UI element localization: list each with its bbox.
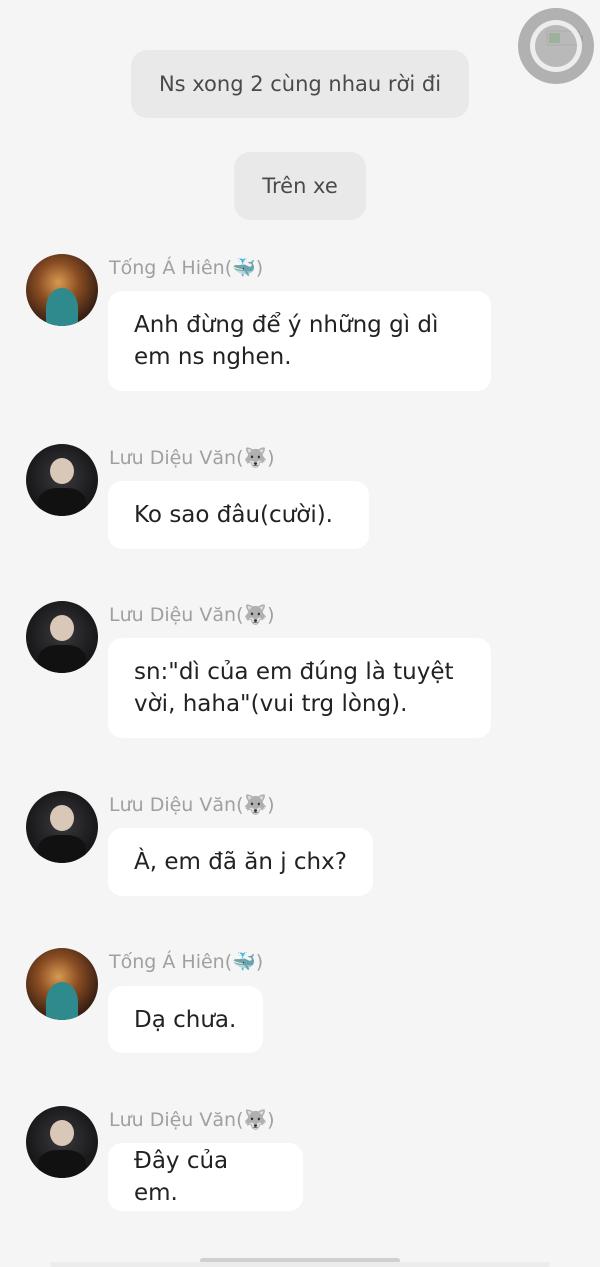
luu-dieu-van-avatar[interactable] — [26, 601, 98, 673]
narration-box: Trên xe — [234, 152, 366, 220]
message-bubble[interactable]: sn:"dì của em đúng là tuyệt vời, haha"(v… — [108, 638, 491, 738]
bottom-bar — [50, 1262, 550, 1267]
message-bubble[interactable]: Ko sao đâu(cười). — [108, 481, 369, 549]
message-text: À, em đã ăn j chx? — [134, 849, 347, 875]
sender-name: Lưu Diệu Văn(🐺) — [109, 604, 275, 626]
sender-name: Lưu Diệu Văn(🐺) — [109, 447, 275, 469]
tong-a-hien-avatar[interactable] — [26, 948, 98, 1020]
luu-dieu-van-avatar[interactable] — [26, 444, 98, 516]
message-bubble[interactable]: Anh đừng để ý những gì dì em ns nghen. — [108, 291, 491, 391]
message-text: Ko sao đâu(cười). — [134, 502, 333, 528]
luu-dieu-van-avatar[interactable] — [26, 791, 98, 863]
narration-box: Ns xong 2 cùng nhau rời đi — [130, 50, 470, 118]
sender-name: Lưu Diệu Văn(🐺) — [109, 1109, 275, 1131]
message-bubble[interactable]: Đây của em. — [108, 1143, 303, 1211]
message-bubble[interactable]: À, em đã ăn j chx? — [108, 828, 373, 896]
luu-dieu-van-avatar[interactable] — [26, 1106, 98, 1178]
status-bar — [0, 0, 600, 46]
assistive-touch-icon[interactable] — [518, 8, 594, 84]
narration-text: Ns xong 2 cùng nhau rời đi — [158, 72, 442, 96]
tong-a-hien-avatar[interactable] — [26, 254, 98, 326]
narration-text: Trên xe — [262, 174, 338, 198]
assistive-touch-ring — [530, 20, 582, 72]
sender-name: Tống Á Hiên(🐳) — [109, 257, 264, 279]
sender-name: Lưu Diệu Văn(🐺) — [109, 794, 275, 816]
sender-name: Tống Á Hiên(🐳) — [109, 951, 264, 973]
message-bubble[interactable]: Dạ chưa. — [108, 986, 263, 1053]
message-text: Dạ chưa. — [134, 1006, 237, 1033]
message-text: Đây của em. — [134, 1148, 229, 1206]
message-text: sn:"dì của em đúng là tuyệt vời, haha"(v… — [134, 659, 454, 717]
message-text: Anh đừng để ý những gì dì em ns nghen. — [134, 312, 439, 370]
